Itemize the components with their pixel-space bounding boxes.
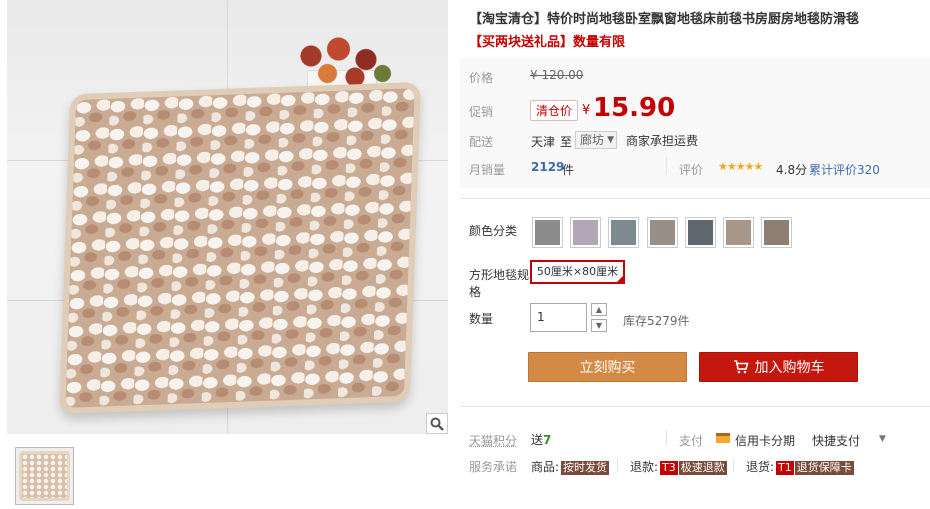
product-subtitle: 【买两块送礼品】数量有限 <box>469 35 626 50</box>
points-value: 送7 <box>531 431 551 448</box>
rating-label: 评价 <box>679 163 704 177</box>
chevron-down-icon[interactable]: ▼ <box>879 434 886 444</box>
service-refund: 退款: T3 极速退款 <box>630 458 727 475</box>
swatch-color <box>611 220 636 245</box>
quantity-increase-button[interactable]: ▲ <box>591 303 607 316</box>
section-divider <box>460 406 930 407</box>
thumbnail-1[interactable] <box>15 447 74 505</box>
rating-stars: ★★★★★ <box>718 160 763 173</box>
points-number: 7 <box>543 433 552 447</box>
swatch-color <box>573 220 598 245</box>
service-goods: 商品: 按时发货 <box>531 458 610 475</box>
divider <box>666 158 667 174</box>
currency-symbol: ¥ <box>582 103 591 118</box>
swatch-color <box>688 220 713 245</box>
shipping-label: 配送 <box>469 135 494 149</box>
size-option-label: 50厘米×80厘米 <box>536 265 619 278</box>
promo-label: 促销 <box>469 105 494 119</box>
quantity-decrease-button[interactable]: ▼ <box>591 319 607 332</box>
swatch-color <box>535 220 560 245</box>
return-label: 退货: <box>746 460 775 474</box>
color-swatch-6[interactable] <box>723 217 754 248</box>
divider <box>733 458 734 472</box>
swatch-color <box>764 220 789 245</box>
swatch-color <box>726 220 751 245</box>
quantity-label: 数量 <box>469 312 494 326</box>
swatch-color <box>650 220 675 245</box>
stock-count: 库存5279件 <box>623 314 690 328</box>
quantity-input[interactable]: 1 <box>530 303 587 332</box>
selected-check-icon <box>615 274 625 284</box>
credit-card-icon <box>716 433 730 443</box>
city-select[interactable]: 廊坊 ▼ <box>575 131 617 149</box>
product-title: 【淘宝清仓】特价时尚地毯卧室飘窗地毯床前毯书房厨房地毯防滑毯 <box>469 12 860 27</box>
return-guarantee-badge[interactable]: 退货保障卡 <box>794 461 854 475</box>
points-prefix: 送 <box>531 433 544 447</box>
main-product-image[interactable] <box>7 0 448 434</box>
shopping-cart-icon <box>733 360 749 374</box>
tmall-points-label[interactable]: 天猫积分 <box>469 432 517 449</box>
buy-now-label: 立刻购买 <box>579 360 636 376</box>
fast-refund-badge[interactable]: 极速退款 <box>678 461 727 475</box>
service-return: 退货: T1 退货保障卡 <box>746 458 854 475</box>
size-option-selected[interactable]: 50厘米×80厘米 <box>530 260 625 284</box>
promo-price: 15.90 <box>593 93 676 123</box>
color-swatch-7[interactable] <box>761 217 792 248</box>
color-swatch-2[interactable] <box>570 217 601 248</box>
color-swatch-3[interactable] <box>608 217 639 248</box>
color-swatch-1[interactable] <box>532 217 563 248</box>
size-label-line1: 方形地毯规 <box>469 268 530 282</box>
divider <box>666 430 667 446</box>
on-time-shipping-badge[interactable]: 按时发货 <box>561 461 610 475</box>
color-label: 颜色分类 <box>469 224 518 238</box>
color-swatch-5[interactable] <box>685 217 716 248</box>
city-select-value: 廊坊 <box>580 133 605 147</box>
ship-from: 天津 <box>531 135 556 149</box>
return-t-badge: T1 <box>776 461 794 475</box>
chevron-down-icon: ▼ <box>607 135 614 145</box>
payment-label: 支付 <box>679 434 704 448</box>
size-label-line2: 格 <box>469 285 482 299</box>
rug-picture <box>59 81 421 415</box>
monthly-sales-unit: 件 <box>562 163 575 177</box>
refund-t-badge: T3 <box>660 461 678 475</box>
add-to-cart-button[interactable]: 加入购物车 <box>699 352 858 382</box>
monthly-sales-count: 2129 <box>531 160 565 174</box>
ship-to-word: 至 <box>560 135 573 149</box>
reviews-link[interactable]: 累计评价320 <box>809 161 880 178</box>
price-label: 价格 <box>469 71 494 85</box>
promo-badge: 清仓价 <box>530 100 579 121</box>
goods-label: 商品: <box>531 460 560 474</box>
monthly-sales-label: 月销量 <box>469 163 506 177</box>
magnifier-icon <box>430 417 444 431</box>
shipping-note: 商家承担运费 <box>626 134 699 148</box>
buy-now-button[interactable]: 立刻购买 <box>528 352 687 382</box>
zoom-button[interactable] <box>426 413 448 434</box>
divider <box>617 458 618 472</box>
refund-label: 退款: <box>630 460 659 474</box>
section-divider <box>460 198 930 199</box>
add-to-cart-label: 加入购物车 <box>754 360 825 376</box>
color-swatch-4[interactable] <box>647 217 678 248</box>
credit-installment[interactable]: 信用卡分期 <box>735 432 795 449</box>
original-price: ¥ 120.00 <box>530 68 584 82</box>
rating-score: 4.8分 <box>776 163 808 177</box>
quick-pay[interactable]: 快捷支付 <box>812 432 860 449</box>
product-page: 【淘宝清仓】特价时尚地毯卧室飘窗地毯床前毯书房厨房地毯防滑毯 【买两块送礼品】数… <box>0 0 930 509</box>
service-label: 服务承诺 <box>469 460 518 474</box>
thumbnail-rug-picture <box>19 451 70 501</box>
